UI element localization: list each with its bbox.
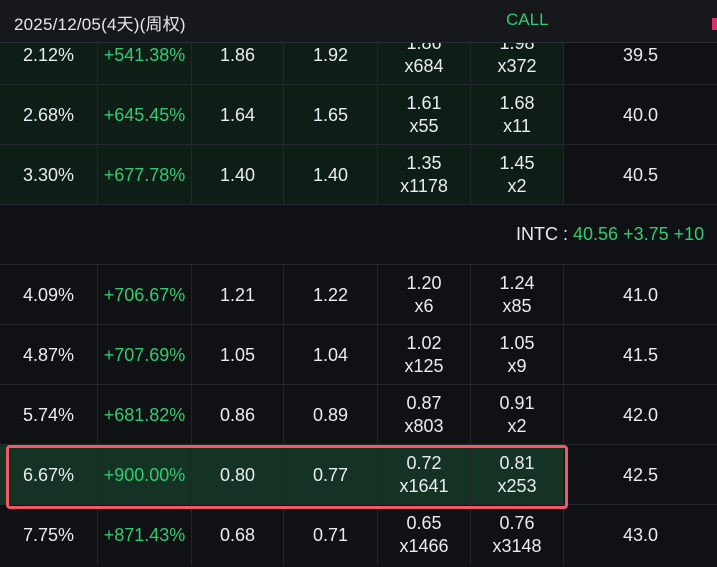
option-row[interactable]: 3.30% +677.78% 1.40 1.40 1.35 x1178 1.45…: [0, 144, 717, 205]
ask-price: 1.68: [499, 93, 535, 113]
stock-separator: :: [558, 224, 574, 244]
change-percent: +677.78%: [98, 145, 192, 205]
change-percent: +900.00%: [98, 445, 192, 505]
mid-price: 1.65: [284, 85, 378, 145]
stock-price: 40.56: [573, 224, 619, 244]
implied-volatility: 6.67%: [0, 445, 98, 505]
mid-price: 1.04: [284, 325, 378, 385]
mid-price: 0.71: [284, 505, 378, 565]
bid-cell[interactable]: 1.20 x6: [378, 265, 471, 325]
mid-price: 0.89: [284, 385, 378, 445]
underlying-price-bar: INTC : 40.56 +3.75 +10: [0, 204, 717, 265]
option-row[interactable]: 4.09% +706.67% 1.21 1.22 1.20 x6 1.24 x8…: [0, 264, 717, 325]
strike-price: 40.5: [564, 145, 717, 205]
change-percent: +681.82%: [98, 385, 192, 445]
option-row[interactable]: 7.75% +871.43% 0.68 0.71 0.65 x1466 0.76…: [0, 504, 717, 565]
ask-cell[interactable]: 1.05 x9: [471, 325, 564, 385]
bid-price: 1.35: [406, 153, 442, 173]
ask-cell[interactable]: 0.76 x3148: [471, 505, 564, 565]
underlying-quote: INTC : 40.56 +3.75 +10: [516, 224, 704, 245]
option-row[interactable]: 4.87% +707.69% 1.05 1.04 1.02 x125 1.05 …: [0, 324, 717, 385]
ask-cell[interactable]: 1.68 x11: [471, 85, 564, 145]
chain-header: 2025/12/05(4天)(周权) CALL: [0, 0, 717, 43]
ask-cell[interactable]: 1.45 x2: [471, 145, 564, 205]
strike-price: 43.0: [564, 505, 717, 565]
ask-price: 1.24: [499, 273, 535, 293]
change-percent: +706.67%: [98, 265, 192, 325]
bid-size: x6: [414, 296, 434, 316]
last-price: 0.86: [192, 385, 284, 445]
ask-cell[interactable]: 1.24 x85: [471, 265, 564, 325]
expiry-date-selector[interactable]: 2025/12/05(4天)(周权): [14, 10, 186, 35]
bid-size: x1178: [400, 176, 448, 196]
strike-price: 41.5: [564, 325, 717, 385]
last-price: 1.21: [192, 265, 284, 325]
bid-price: 1.02: [406, 333, 442, 353]
change-percent: +707.69%: [98, 325, 192, 385]
ask-size: x2: [507, 416, 527, 436]
mid-price: 1.40: [284, 145, 378, 205]
bid-price: 0.72: [406, 453, 442, 473]
implied-volatility: 3.30%: [0, 145, 98, 205]
ask-price: 0.76: [499, 513, 535, 533]
ask-price: 1.05: [499, 333, 535, 353]
bid-cell[interactable]: 0.72 x1641: [378, 445, 471, 505]
ask-price: 1.45: [499, 153, 535, 173]
bid-size: x803: [404, 416, 444, 436]
implied-volatility: 4.09%: [0, 265, 98, 325]
put-edge-marker: [712, 18, 717, 30]
bid-cell[interactable]: 1.61 x55: [378, 85, 471, 145]
strike-price: 41.0: [564, 265, 717, 325]
strike-price: 42.0: [564, 385, 717, 445]
ask-size: x253: [497, 476, 537, 496]
ask-price: 0.91: [499, 393, 535, 413]
ask-size: x3148: [492, 536, 542, 556]
last-price: 1.40: [192, 145, 284, 205]
mid-price: 0.77: [284, 445, 378, 505]
bid-price: 1.20: [406, 273, 442, 293]
bid-size: x1466: [399, 536, 449, 556]
bid-price: 0.87: [406, 393, 442, 413]
ask-size: x85: [502, 296, 532, 316]
ask-size: x11: [503, 116, 531, 136]
option-chain-view: 2.12% +541.38% 1.86 1.92 1.86 x684 1.98 …: [0, 0, 717, 567]
bid-price: 1.61: [406, 93, 442, 113]
bid-size: x55: [409, 116, 439, 136]
stock-ticker: INTC: [516, 224, 558, 244]
bid-size: x684: [404, 56, 444, 76]
option-row[interactable]: 5.74% +681.82% 0.86 0.89 0.87 x803 0.91 …: [0, 384, 717, 445]
mid-price: 1.22: [284, 265, 378, 325]
bid-cell[interactable]: 1.02 x125: [378, 325, 471, 385]
bid-cell[interactable]: 0.65 x1466: [378, 505, 471, 565]
bid-price: 0.65: [406, 513, 442, 533]
change-percent: +871.43%: [98, 505, 192, 565]
strike-price: 40.0: [564, 85, 717, 145]
implied-volatility: 4.87%: [0, 325, 98, 385]
ask-cell[interactable]: 0.91 x2: [471, 385, 564, 445]
ask-cell[interactable]: 0.81 x253: [471, 445, 564, 505]
ask-size: x9: [507, 356, 527, 376]
bid-cell[interactable]: 0.87 x803: [378, 385, 471, 445]
last-price: 0.68: [192, 505, 284, 565]
ask-size: x372: [497, 56, 537, 76]
ask-size: x2: [507, 176, 527, 196]
bid-cell[interactable]: 1.35 x1178: [378, 145, 471, 205]
stock-change-percent: +10: [673, 224, 705, 244]
option-row-selected[interactable]: 6.67% +900.00% 0.80 0.77 0.72 x1641 0.81…: [0, 444, 717, 505]
last-price: 1.64: [192, 85, 284, 145]
stock-change: +3.75: [623, 224, 669, 244]
bid-size: x125: [404, 356, 444, 376]
implied-volatility: 5.74%: [0, 385, 98, 445]
implied-volatility: 2.68%: [0, 85, 98, 145]
last-price: 1.05: [192, 325, 284, 385]
option-row[interactable]: 2.68% +645.45% 1.64 1.65 1.61 x55 1.68 x…: [0, 84, 717, 145]
strike-price: 42.5: [564, 445, 717, 505]
call-column-header: CALL: [506, 10, 549, 29]
implied-volatility: 7.75%: [0, 505, 98, 565]
ask-price: 0.81: [499, 453, 535, 473]
last-price: 0.80: [192, 445, 284, 505]
bid-size: x1641: [399, 476, 449, 496]
change-percent: +645.45%: [98, 85, 192, 145]
